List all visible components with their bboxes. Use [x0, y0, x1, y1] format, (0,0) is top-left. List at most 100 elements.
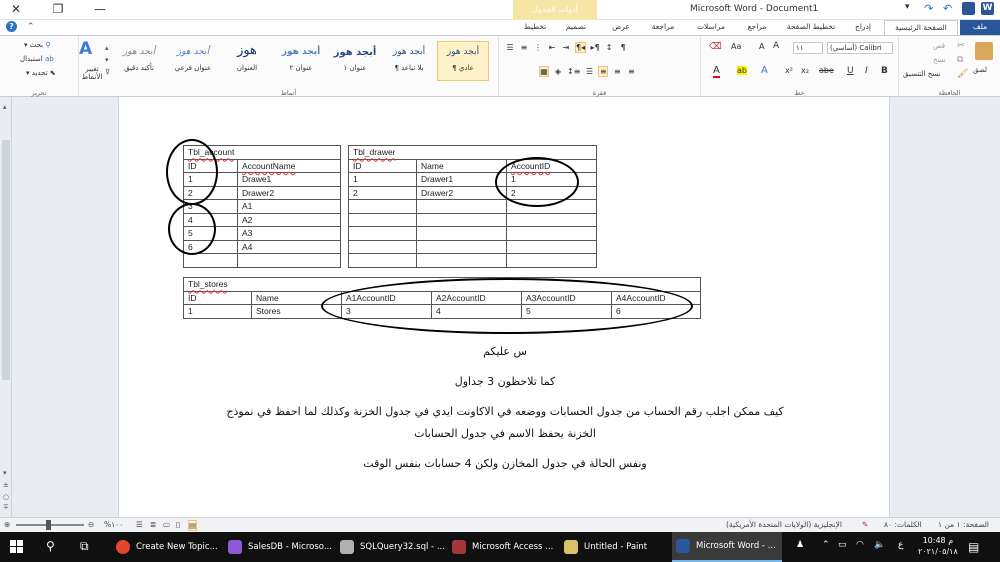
highlight-button[interactable]: ab	[737, 66, 747, 75]
text-effects-button[interactable]: A	[761, 65, 768, 76]
browse-object-icon[interactable]: ○	[3, 493, 9, 501]
sort-icon[interactable]: ↕	[604, 43, 614, 52]
collapse-ribbon-icon[interactable]: ⌃	[27, 22, 35, 32]
proofing-icon[interactable]: ✎	[862, 520, 868, 529]
style-heading-2[interactable]: أبجد هوز عنوان ٢	[275, 41, 327, 81]
restore-icon[interactable]: ❐	[50, 2, 66, 16]
line-spacing-icon[interactable]: ↕≡	[567, 67, 580, 76]
change-styles-icon[interactable]: A	[79, 39, 92, 59]
styles-scroll-icon[interactable]: ▴ ▾ ⊽	[105, 42, 110, 78]
tab-mailings[interactable]: مراسلات	[688, 20, 734, 35]
bold-button[interactable]: B	[881, 66, 888, 76]
battery-icon[interactable]: ▭	[838, 540, 847, 550]
next-page-icon[interactable]: ∓	[3, 503, 9, 511]
undo-icon[interactable]: ↶	[943, 2, 956, 15]
underline-button[interactable]: U	[847, 66, 854, 76]
numbering-icon[interactable]: ≡	[519, 43, 529, 52]
copy-button[interactable]: نسخ	[933, 56, 946, 64]
font-name-select[interactable]: (أساسي) Calibri	[827, 42, 893, 54]
show-hidden-icons-icon[interactable]: ⌃	[822, 540, 830, 550]
zoom-slider[interactable]	[16, 520, 84, 530]
clear-format-icon[interactable]: ⌫	[709, 42, 722, 52]
rtl-direction-icon[interactable]: ¶◂	[575, 42, 587, 53]
tab-file[interactable]: ملف	[960, 20, 1000, 35]
search-icon[interactable]: ⚲	[46, 539, 55, 553]
format-painter-button[interactable]: نسخ التنسيق	[903, 70, 940, 78]
taskbar-app-visual-studio[interactable]: SalesDB - Microso...	[224, 532, 334, 562]
grow-font-button[interactable]: A	[773, 41, 779, 51]
paste-button[interactable]: لصق	[973, 66, 987, 74]
close-icon[interactable]: ✕	[8, 2, 24, 16]
replace-button[interactable]: استبدال ab	[20, 55, 54, 63]
cut-button[interactable]: قص	[933, 42, 945, 50]
tab-references[interactable]: مراجع	[738, 20, 776, 35]
show-marks-button[interactable]: ¶	[618, 43, 628, 52]
task-view-icon[interactable]: ⧉	[80, 539, 89, 554]
view-outline-icon[interactable]: ≣	[150, 520, 156, 529]
subscript-button[interactable]: x₂	[801, 66, 809, 75]
superscript-button[interactable]: x²	[785, 66, 793, 75]
clock[interactable]: 10:48 م ٢٠٢١/٠٥/١٨	[918, 535, 958, 557]
network-icon[interactable]: ◠	[856, 540, 864, 550]
increase-indent-icon[interactable]: ⇥	[561, 43, 571, 52]
taskbar-app-access[interactable]: Microsoft Access ...	[448, 532, 558, 562]
redo-icon[interactable]: ↷	[924, 2, 937, 15]
zoom-level[interactable]: %١٠٠	[104, 520, 123, 529]
input-language[interactable]: ع	[898, 540, 903, 550]
zoom-slider-knob[interactable]	[46, 520, 51, 530]
style-no-spacing[interactable]: أبجد هوز ¶ بلا تباعد	[383, 41, 435, 81]
font-color-button[interactable]: A	[713, 65, 720, 78]
font-size-select[interactable]: ١١	[793, 42, 823, 54]
tab-design[interactable]: تصميم	[556, 20, 596, 35]
minimize-icon[interactable]: —	[92, 2, 108, 16]
style-normal[interactable]: أبجد هوز ¶ عادي	[437, 41, 489, 81]
view-web-icon[interactable]: ▭	[163, 520, 170, 529]
people-icon[interactable]: ♟	[796, 540, 804, 550]
find-button[interactable]: ▾ بحث ⚲	[24, 41, 50, 49]
taskbar-app-sql[interactable]: SQLQuery32.sql - ...	[336, 532, 446, 562]
page-count[interactable]: الصفحة: ١ من ١	[938, 520, 989, 529]
ltr-direction-icon[interactable]: ▸¶	[590, 43, 600, 52]
volume-icon[interactable]: 🔈	[874, 540, 885, 550]
align-right-icon[interactable]: ≡	[598, 66, 609, 77]
zoom-out-icon[interactable]: ⊖	[88, 520, 94, 529]
change-styles-button[interactable]: تغيير الأنماط	[79, 65, 105, 81]
tab-page-layout[interactable]: تخطيط الصفحة	[780, 20, 842, 35]
language-indicator[interactable]: الإنجليزية (الولايات المتحدة الأمريكية)	[726, 520, 842, 529]
style-subtitle[interactable]: أبجد هوز عنوان فرعي	[167, 41, 219, 81]
bullets-icon[interactable]: ☰	[505, 43, 515, 52]
vertical-scrollbar[interactable]	[0, 120, 12, 480]
multilevel-list-icon[interactable]: ⋮	[533, 43, 543, 52]
customize-qat-icon[interactable]: ▾	[905, 2, 918, 15]
view-draft-icon[interactable]: ☰	[136, 520, 143, 529]
borders-icon[interactable]: ▦	[539, 66, 549, 77]
align-center-icon[interactable]: ≡	[612, 67, 622, 76]
align-left-icon[interactable]: ≡	[626, 67, 636, 76]
windows-start-icon[interactable]	[10, 540, 24, 554]
word-count[interactable]: الكلمات: ٨٠	[884, 520, 922, 529]
view-print-layout-icon[interactable]: ▤	[188, 520, 198, 531]
view-reading-icon[interactable]: ▯	[176, 520, 180, 529]
shrink-font-button[interactable]: A	[759, 42, 764, 51]
tab-review[interactable]: مراجعة	[642, 20, 684, 35]
select-button[interactable]: ▾ تحديد ⬉	[26, 69, 56, 77]
save-icon[interactable]	[962, 2, 975, 15]
notifications-icon[interactable]: ▤	[968, 540, 979, 554]
zoom-in-icon[interactable]: ⊕	[4, 520, 10, 529]
tab-view[interactable]: عرض	[604, 20, 638, 35]
scroll-thumb[interactable]	[2, 140, 10, 380]
style-title[interactable]: هوز العنوان	[221, 41, 273, 81]
help-icon[interactable]: ?	[6, 21, 17, 32]
tab-home[interactable]: الصفحة الرئيسية	[884, 20, 958, 35]
taskbar-app-paint[interactable]: Untitled - Paint	[560, 532, 670, 562]
tab-layout[interactable]: تخطيط	[516, 20, 554, 35]
ruler-marker-icon[interactable]: ▴	[3, 103, 7, 111]
decrease-indent-icon[interactable]: ⇤	[547, 43, 557, 52]
paste-icon[interactable]	[975, 42, 993, 60]
document-page[interactable]: Tbl_account ID AccountName 1 Drawe1 2 Draw…	[118, 97, 890, 517]
justify-icon[interactable]: ☰	[584, 67, 594, 76]
italic-button[interactable]: I	[865, 66, 868, 76]
tab-insert[interactable]: إدراج	[846, 20, 880, 35]
shading-icon[interactable]: ◈	[553, 67, 563, 76]
style-subtle-emphasis[interactable]: أبجد هوز تأكيد دقيق	[113, 41, 165, 81]
